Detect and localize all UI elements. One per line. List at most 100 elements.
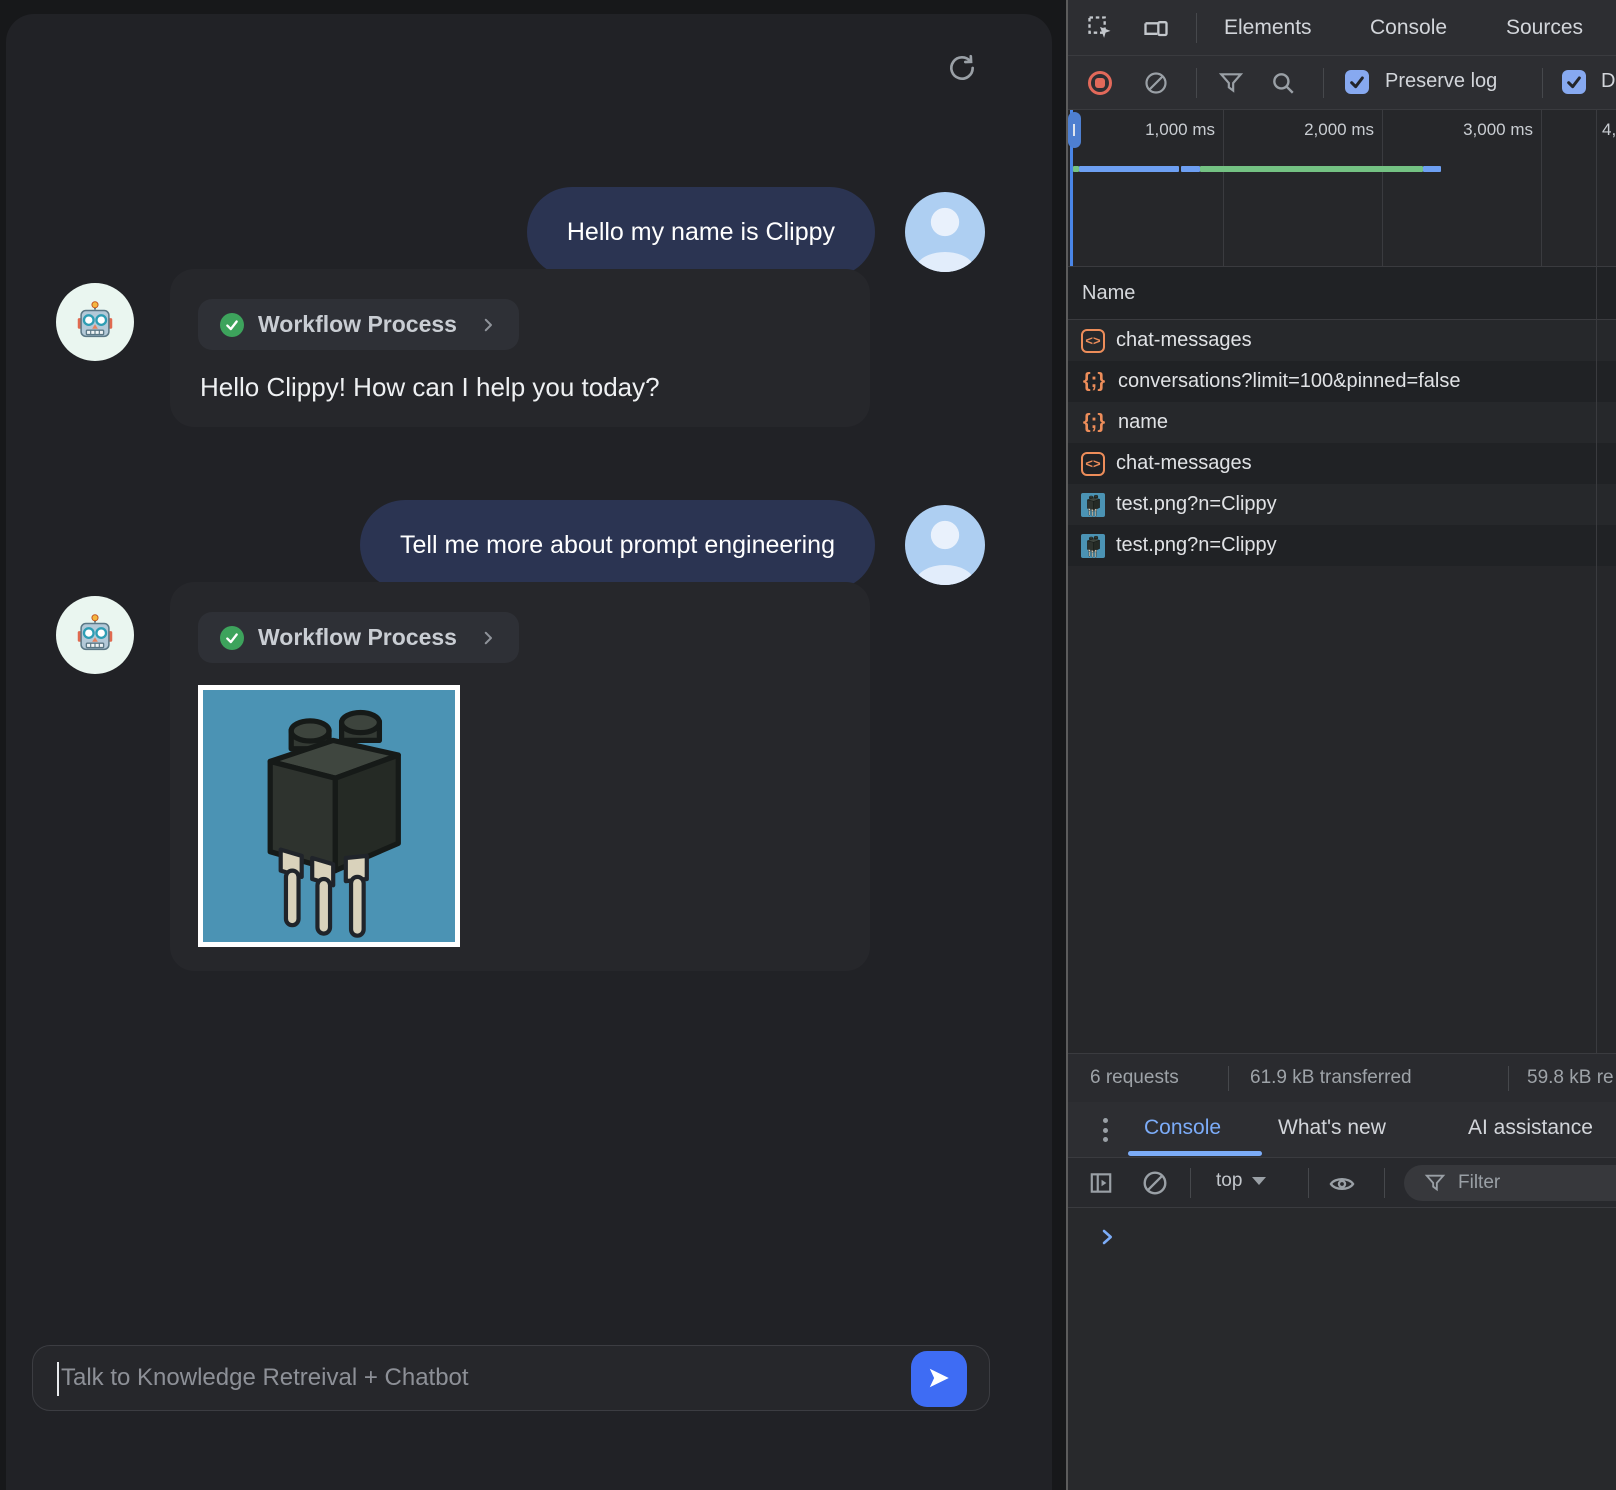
clear-console-icon[interactable] (1142, 1170, 1168, 1196)
execution-context-selector[interactable]: top (1216, 1170, 1266, 1192)
filter-icon[interactable] (1218, 70, 1244, 96)
request-name: test.png?n=Clippy (1116, 534, 1277, 557)
toolbar-divider (1196, 13, 1197, 43)
bot-message-card: Workflow Process Hello Clippy! How can I… (170, 269, 870, 427)
summary-divider (1508, 1066, 1509, 1091)
timeline-tick: 2,000 ms (1227, 120, 1374, 140)
disable-cache-label: D (1601, 70, 1615, 93)
preserve-log-checkbox[interactable] (1345, 70, 1369, 94)
summary-resources: 59.8 kB re (1527, 1067, 1614, 1089)
network-list-empty-area (1068, 566, 1616, 1053)
send-button[interactable] (911, 1351, 967, 1407)
chat-message-bot-1: Workflow Process Hello Clippy! How can I… (56, 269, 870, 427)
tab-console[interactable]: Console (1370, 0, 1447, 56)
refresh-button[interactable] (944, 52, 980, 88)
console-filter-input[interactable]: Filter (1404, 1165, 1616, 1201)
devtools-tabbar: Elements Console Sources (1068, 0, 1616, 56)
drawer-tabbar: Console What's new AI assistance (1068, 1102, 1616, 1158)
timeline-gridline (1223, 110, 1224, 266)
transistor-illustration (203, 690, 455, 942)
request-name: chat-messages (1116, 329, 1252, 352)
live-expression-eye-icon[interactable] (1328, 1170, 1356, 1198)
robot-icon (72, 612, 118, 658)
request-name: name (1118, 411, 1168, 434)
network-request-row[interactable]: test.png?n=Clippy (1068, 525, 1616, 566)
console-toolbar: top Filter (1068, 1158, 1616, 1208)
json-request-icon: {;} (1081, 411, 1107, 434)
context-label: top (1216, 1170, 1242, 1192)
chevron-right-icon (479, 316, 497, 334)
clear-network-log-icon[interactable] (1144, 71, 1168, 95)
refresh-icon (946, 52, 978, 89)
request-name: test.png?n=Clippy (1116, 493, 1277, 516)
inspect-element-icon[interactable] (1086, 14, 1114, 42)
drawer-tab-whats-new[interactable]: What's new (1278, 1102, 1386, 1154)
success-check-icon (220, 626, 244, 650)
image-thumbnail-icon (1081, 534, 1105, 558)
request-name: conversations?limit=100&pinned=false (1118, 370, 1460, 393)
filter-icon (1424, 1172, 1446, 1194)
network-timeline-overview[interactable]: 1,000 ms 2,000 ms 3,000 ms 4,0 (1068, 110, 1616, 267)
send-icon (926, 1365, 952, 1394)
timeline-range-handle[interactable] (1068, 112, 1081, 148)
timeline-gridline (1382, 110, 1383, 266)
summary-request-count: 6 requests (1090, 1067, 1179, 1089)
summary-transferred: 61.9 kB transferred (1250, 1067, 1412, 1089)
preserve-log-label: Preserve log (1385, 70, 1497, 93)
network-overview-bars (1068, 166, 1616, 172)
console-prompt-area[interactable] (1068, 1208, 1616, 1490)
timeline-tick: 3,000 ms (1386, 120, 1533, 140)
user-avatar (905, 192, 985, 272)
drawer-tab-console[interactable]: Console (1144, 1102, 1221, 1154)
network-request-row[interactable]: <> chat-messages (1068, 443, 1616, 484)
workflow-process-expander[interactable]: Workflow Process (198, 299, 519, 350)
network-toolbar: Preserve log D (1068, 56, 1616, 110)
devtools-panel: Elements Console Sources Preserve log (1066, 0, 1616, 1490)
chat-message-bot-2: Workflow Process (56, 582, 870, 971)
chat-message-user-1: Hello my name is Clippy (527, 187, 985, 277)
disable-cache-checkbox[interactable] (1562, 70, 1586, 94)
console-sidebar-icon[interactable] (1088, 1170, 1114, 1196)
toolbar-divider (1384, 1168, 1385, 1198)
chat-input-bar (32, 1345, 990, 1411)
fetch-request-icon: <> (1081, 452, 1105, 476)
user-avatar (905, 505, 985, 585)
bot-message-text: Hello Clippy! How can I help you today? (198, 372, 842, 403)
network-request-row[interactable]: test.png?n=Clippy (1068, 484, 1616, 525)
workflow-process-expander[interactable]: Workflow Process (198, 612, 519, 663)
bot-avatar (56, 596, 134, 674)
device-toolbar-icon[interactable] (1142, 14, 1170, 42)
more-options-kebab-icon[interactable] (1096, 1118, 1114, 1142)
chat-input[interactable] (33, 1346, 989, 1410)
toolbar-divider (1308, 1168, 1309, 1198)
network-request-row[interactable]: {;} conversations?limit=100&pinned=false (1068, 361, 1616, 402)
workflow-process-label: Workflow Process (258, 311, 457, 338)
person-icon (905, 192, 985, 272)
timeline-gridline (1541, 110, 1542, 266)
summary-divider (1228, 1066, 1229, 1091)
request-name: chat-messages (1116, 452, 1252, 475)
toolbar-divider (1542, 68, 1543, 98)
toolbar-divider (1190, 1168, 1191, 1198)
json-request-icon: {;} (1081, 370, 1107, 393)
chat-message-user-2: Tell me more about prompt engineering (360, 500, 985, 590)
network-request-row[interactable]: <> chat-messages (1068, 320, 1616, 361)
timeline-tick: 4,0 (1602, 120, 1616, 140)
network-request-list: <> chat-messages {;} conversations?limit… (1068, 320, 1616, 566)
chevron-right-icon (479, 629, 497, 647)
chevron-down-icon (1252, 1177, 1266, 1185)
network-request-row[interactable]: {;} name (1068, 402, 1616, 443)
tab-sources[interactable]: Sources (1506, 0, 1583, 56)
fetch-request-icon: <> (1081, 329, 1105, 353)
active-tab-underline (1128, 1151, 1262, 1156)
drawer-tab-ai-assistance[interactable]: AI assistance (1468, 1102, 1593, 1154)
bot-avatar (56, 283, 134, 361)
text-caret (57, 1362, 59, 1396)
person-icon (905, 505, 985, 585)
tab-elements[interactable]: Elements (1224, 0, 1312, 56)
toolbar-divider (1323, 68, 1324, 98)
search-icon[interactable] (1270, 70, 1296, 96)
robot-icon (72, 299, 118, 345)
record-network-log-button[interactable] (1088, 71, 1112, 95)
network-column-header-name[interactable]: Name (1068, 267, 1616, 320)
